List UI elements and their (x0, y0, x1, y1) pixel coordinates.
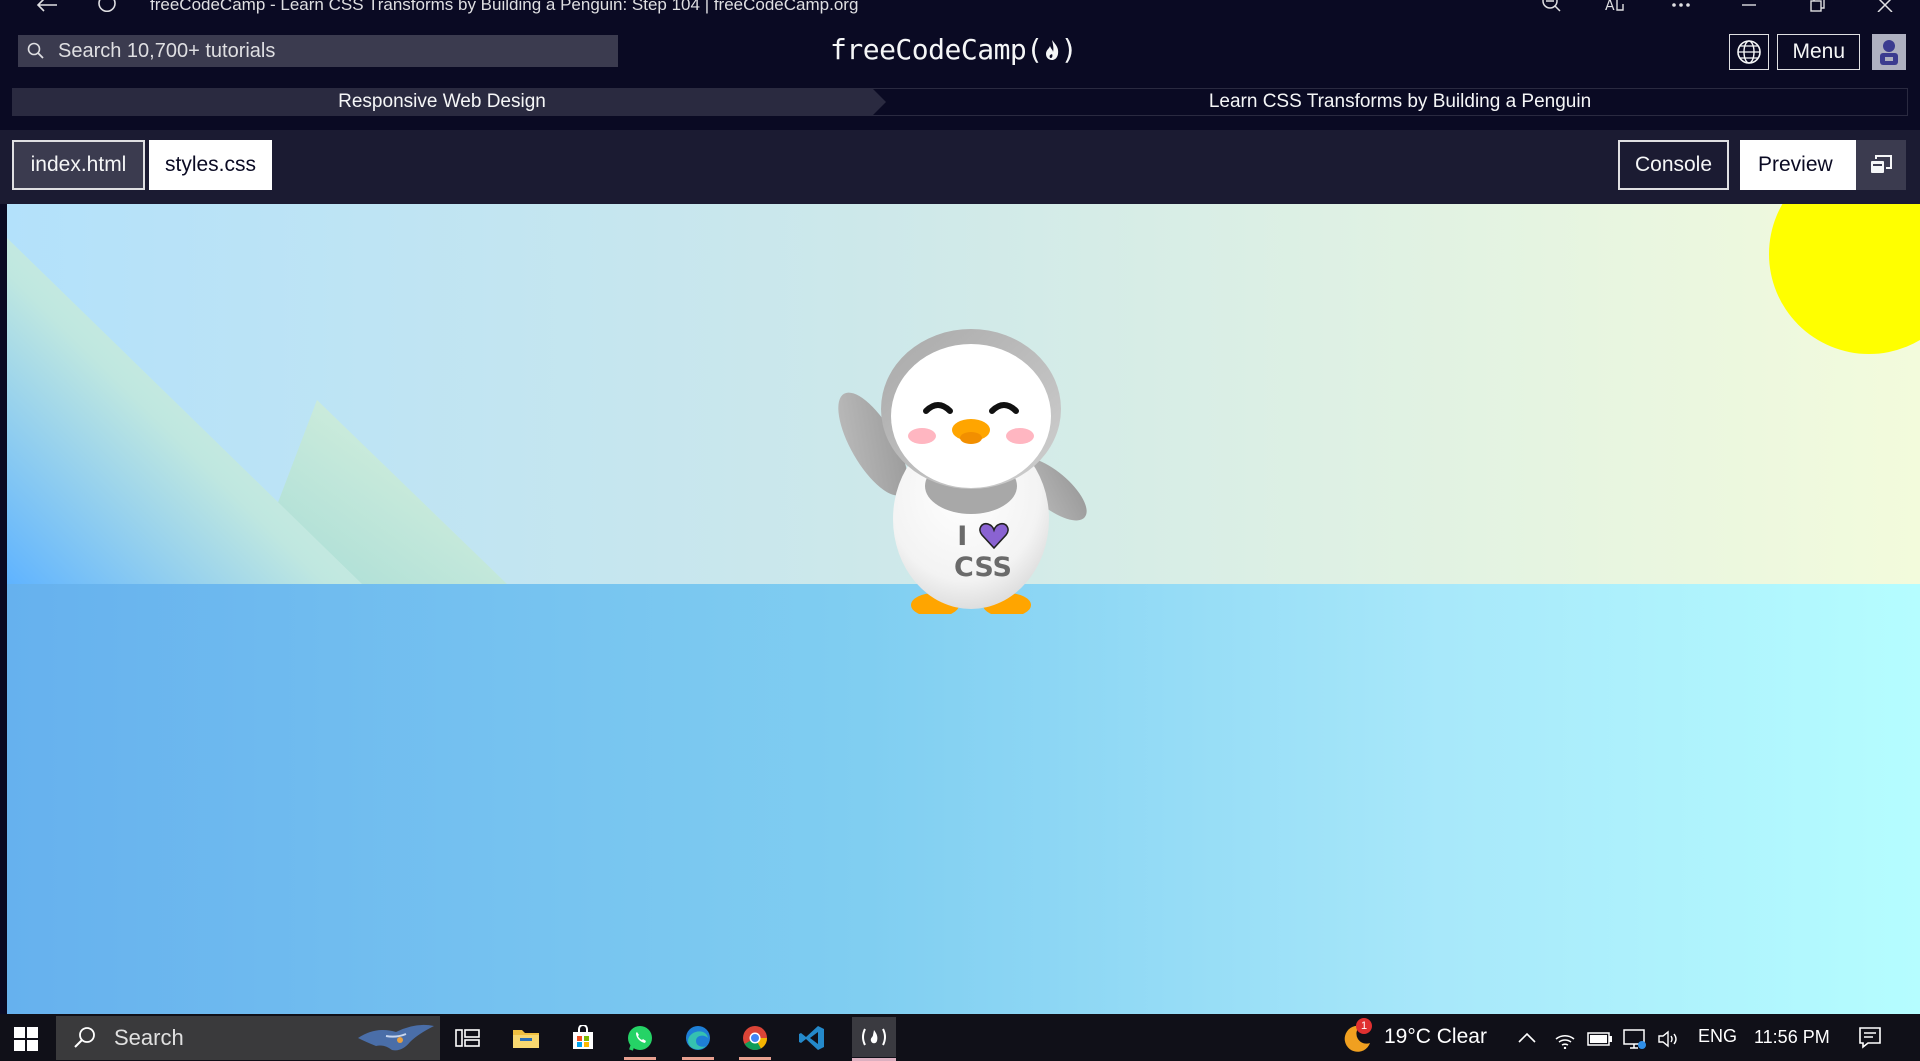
read-aloud-icon[interactable]: A (1604, 0, 1628, 14)
back-arrow-icon[interactable] (32, 0, 62, 14)
chevron-up-icon[interactable] (1518, 1032, 1536, 1044)
search-bar[interactable] (18, 35, 618, 67)
refresh-icon[interactable] (94, 0, 120, 14)
penguin-shirt: I CSS (923, 522, 1043, 581)
shirt-text-i: I (957, 521, 968, 552)
heart-icon (978, 522, 1009, 550)
vscode-icon[interactable] (796, 1022, 828, 1054)
store-icon[interactable] (567, 1022, 599, 1054)
user-avatar-icon (1880, 40, 1898, 65)
logo-text: freeCodeCamp (830, 33, 1027, 66)
volume-icon[interactable] (1657, 1029, 1681, 1049)
windows-start-icon[interactable] (14, 1027, 38, 1051)
freecodecamp-app-icon[interactable] (852, 1017, 896, 1061)
search-input[interactable] (58, 39, 598, 63)
console-button[interactable]: Console (1618, 140, 1729, 190)
window-title: freeCodeCamp - Learn CSS Transforms by B… (150, 0, 859, 14)
close-icon[interactable] (1872, 0, 1898, 14)
flame-icon (1045, 40, 1058, 60)
restore-icon[interactable] (1804, 0, 1830, 14)
globe-icon (1737, 40, 1762, 64)
chrome-active-indicator (739, 1057, 771, 1060)
tab-styles-css[interactable]: styles.css (149, 140, 272, 190)
wifi-icon[interactable] (1554, 1029, 1576, 1049)
preview-button[interactable]: Preview (1740, 140, 1906, 190)
weather-text[interactable]: 19°C Clear (1384, 1025, 1487, 1049)
breadcrumb-block[interactable]: Learn CSS Transforms by Building a Pengu… (872, 88, 1908, 116)
fcc-navbar: freeCodeCamp() Menu (0, 14, 1920, 75)
whatsapp-icon[interactable] (624, 1022, 656, 1060)
popout-preview-button[interactable] (1856, 140, 1906, 190)
ground (7, 584, 1920, 1014)
taskbar-search-icon (74, 1027, 95, 1048)
breadcrumb: Responsive Web Design Learn CSS Transfor… (12, 88, 1908, 116)
bird-illustration-icon (358, 1024, 434, 1051)
chrome-icon[interactable] (739, 1022, 771, 1060)
taskbar-search[interactable]: Search (56, 1016, 440, 1060)
minimize-icon[interactable] (1736, 0, 1762, 14)
weather-badge-count: 1 (1360, 1020, 1368, 1032)
breadcrumb-superblock[interactable]: Responsive Web Design (12, 88, 886, 116)
sun-icon (1769, 204, 1920, 354)
file-explorer-icon[interactable] (510, 1022, 542, 1054)
svg-text:A: A (1605, 0, 1615, 12)
preview-frame: I CSS (7, 204, 1920, 1014)
whatsapp-active-indicator (624, 1057, 656, 1060)
search-icon (27, 42, 44, 59)
language-button[interactable] (1729, 34, 1770, 70)
shirt-text-css: CSS (954, 552, 1012, 583)
external-window-icon (1871, 155, 1892, 173)
clock[interactable]: 11:56 PM (1754, 1027, 1830, 1048)
menu-button[interactable]: Menu (1777, 34, 1860, 70)
fcc-logo[interactable]: freeCodeCamp() (830, 33, 1078, 66)
edge-active-indicator (682, 1057, 714, 1060)
notifications-icon[interactable] (1858, 1026, 1882, 1050)
avatar[interactable] (1872, 34, 1906, 70)
zoom-out-icon[interactable] (1540, 0, 1564, 14)
language-indicator[interactable]: ENG (1698, 1026, 1737, 1047)
battery-icon[interactable] (1587, 1032, 1613, 1046)
display-icon[interactable] (1623, 1028, 1647, 1050)
tab-index-html[interactable]: index.html (12, 140, 145, 190)
preview-label: Preview (1758, 153, 1833, 176)
task-view-icon[interactable] (452, 1022, 484, 1054)
windows-taskbar: Search 1 19°C Clear ENG 11:56 PM (0, 1014, 1920, 1061)
mountain-icon (7, 238, 507, 584)
taskbar-search-label: Search (114, 1025, 184, 1050)
more-options-icon[interactable] (1668, 0, 1694, 14)
window-title-bar: freeCodeCamp - Learn CSS Transforms by B… (0, 0, 1920, 14)
edge-icon[interactable] (682, 1022, 714, 1060)
editor-toolbar: index.html styles.css Console Preview (0, 130, 1920, 204)
weather-badge: 1 (1356, 1018, 1372, 1034)
